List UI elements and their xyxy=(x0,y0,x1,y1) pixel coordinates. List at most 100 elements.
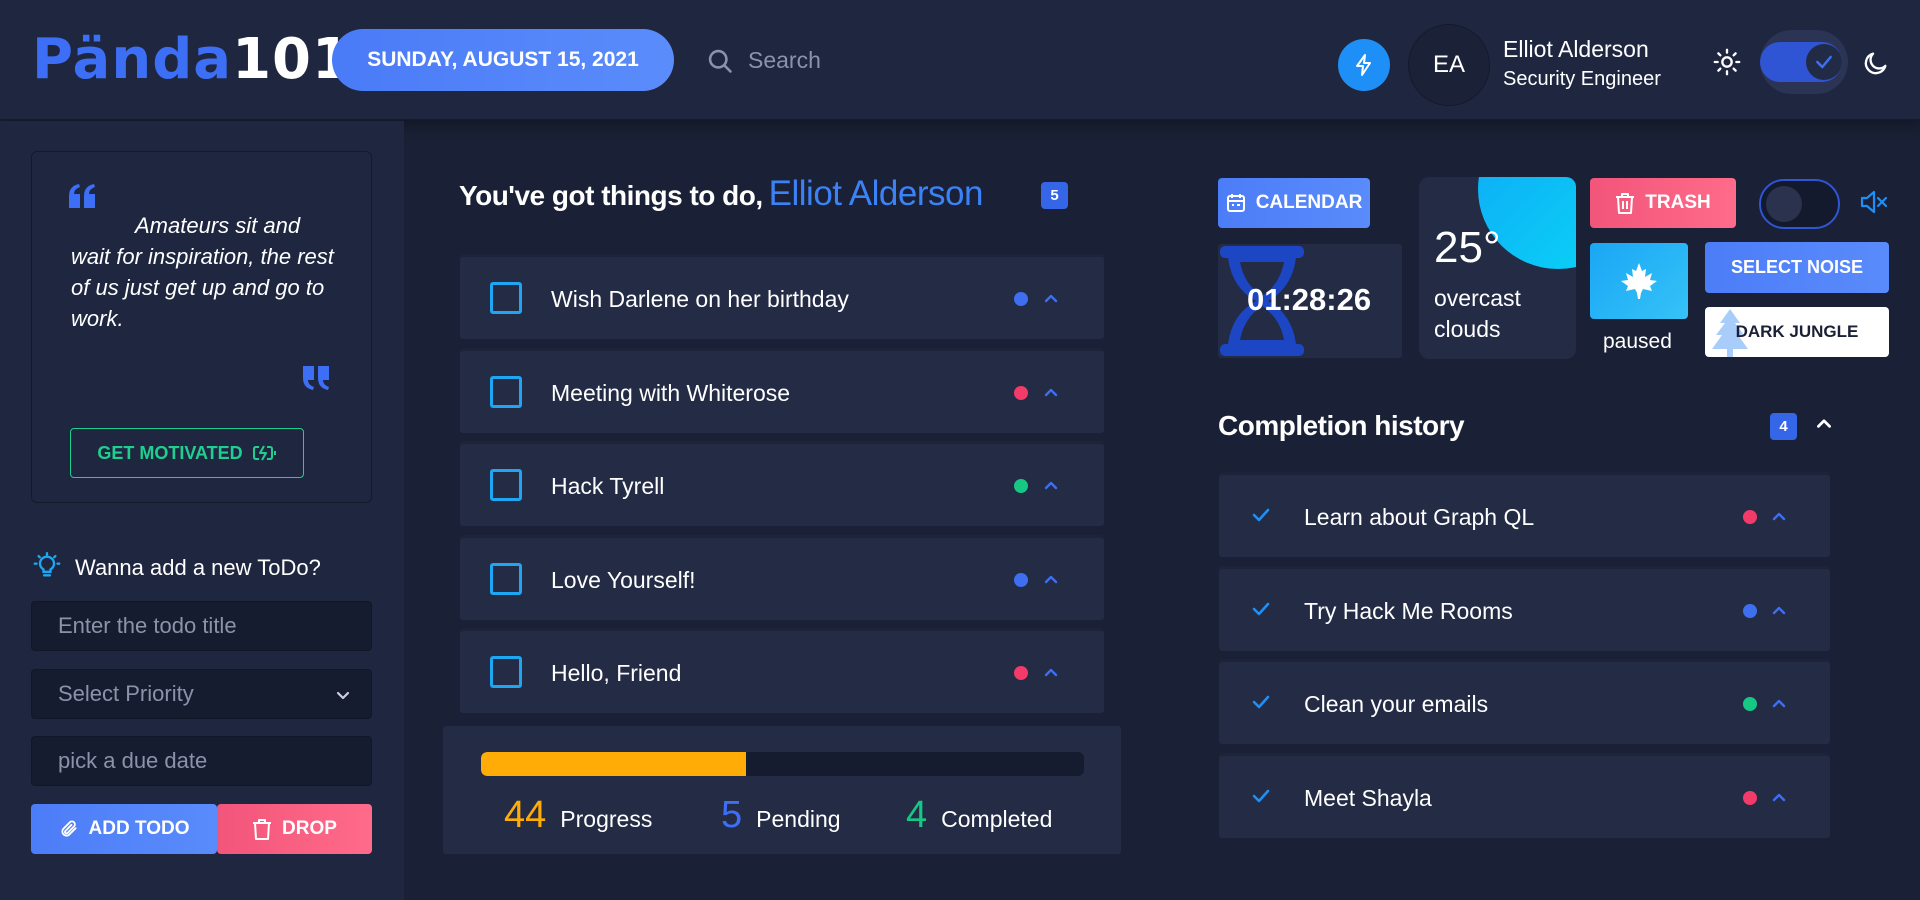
chevron-down-icon xyxy=(335,687,351,703)
priority-select-value: Select Priority xyxy=(58,681,194,706)
todo-item[interactable]: Meeting with Whiterose xyxy=(460,351,1104,433)
chevron-up-icon[interactable] xyxy=(1043,664,1059,680)
maple-leaf-icon xyxy=(1619,261,1659,301)
priority-select[interactable]: Select Priority xyxy=(31,669,372,719)
todo-checkbox[interactable] xyxy=(490,469,522,501)
completed-value: 4 xyxy=(906,794,928,836)
history-label: Clean your emails xyxy=(1304,691,1489,717)
chevron-up-icon[interactable] xyxy=(1771,789,1787,805)
chevron-up-icon[interactable] xyxy=(1815,414,1833,432)
todo-title-input[interactable] xyxy=(31,601,372,651)
priority-dot xyxy=(1743,510,1757,524)
theme-toggle[interactable] xyxy=(1760,30,1848,94)
priority-dot xyxy=(1743,697,1757,711)
checkmark-icon xyxy=(1814,52,1834,72)
priority-dot xyxy=(1014,386,1028,400)
paperclip-icon xyxy=(59,819,79,839)
pending-value: 5 xyxy=(721,794,743,836)
calendar-button[interactable]: CALENDAR xyxy=(1218,178,1370,228)
top-header: Pända101 SUNDAY, AUGUST 15, 2021 EA Elli… xyxy=(0,0,1920,120)
chevron-up-icon[interactable] xyxy=(1771,602,1787,618)
progress-bar xyxy=(481,752,1084,776)
player-status: paused xyxy=(1603,330,1672,353)
checkmark-icon xyxy=(1252,601,1270,617)
checkmark-icon xyxy=(1252,788,1270,804)
priority-dot xyxy=(1014,292,1028,306)
completion-history-title: Completion history xyxy=(1218,410,1465,441)
history-item[interactable]: Learn about Graph QL xyxy=(1219,475,1830,557)
app-logo[interactable]: Pända101 xyxy=(32,28,352,92)
todo-label: Wish Darlene on her birthday xyxy=(551,286,849,312)
search-icon[interactable] xyxy=(706,47,734,75)
temperature: 25° xyxy=(1434,223,1501,272)
trash-icon xyxy=(1615,192,1635,214)
priority-dot xyxy=(1743,604,1757,618)
logo-text-part1: Pända xyxy=(32,27,233,92)
calendar-icon xyxy=(1226,193,1246,213)
priority-dot xyxy=(1014,479,1028,493)
checkmark-icon xyxy=(1252,507,1270,523)
progress-label: Progress xyxy=(560,806,653,832)
history-item[interactable]: Meet Shayla xyxy=(1219,756,1830,838)
weather-condition: overcast clouds xyxy=(1434,285,1521,342)
get-motivated-label: GET MOTIVATED xyxy=(97,442,243,463)
trash-icon xyxy=(252,818,272,840)
todo-heading-lead: You've got things to do, xyxy=(459,180,763,211)
todo-checkbox[interactable] xyxy=(490,656,522,688)
chevron-up-icon[interactable] xyxy=(1043,290,1059,306)
sound-toggle[interactable] xyxy=(1759,179,1840,229)
chevron-up-icon[interactable] xyxy=(1043,384,1059,400)
history-item[interactable]: Try Hack Me Rooms xyxy=(1219,569,1830,651)
trash-button[interactable]: TRASH xyxy=(1590,178,1736,228)
history-label: Learn about Graph QL xyxy=(1304,504,1535,530)
todo-checkbox[interactable] xyxy=(490,563,522,595)
timer-display: 01:28:26 xyxy=(1247,282,1372,317)
chevron-up-icon[interactable] xyxy=(1771,695,1787,711)
todo-heading-username: Elliot Alderson xyxy=(768,174,984,213)
select-noise-button[interactable]: SELECT NOISE xyxy=(1705,242,1889,293)
chevron-up-icon[interactable] xyxy=(1043,571,1059,587)
quote-open-icon xyxy=(69,184,97,208)
weather-card: 25° overcast clouds xyxy=(1419,177,1576,359)
chevron-up-icon[interactable] xyxy=(1771,508,1787,524)
pomodoro-timer[interactable]: 01:28:26 xyxy=(1218,244,1402,358)
progress-value: 44 xyxy=(504,794,547,836)
progress-card: 44 Progress 5 Pending 4 Completed xyxy=(443,726,1121,854)
add-todo-label: ADD TODO xyxy=(88,818,190,839)
todo-checkbox[interactable] xyxy=(490,376,522,408)
todo-label: Hack Tyrell xyxy=(551,473,665,499)
todo-item[interactable]: Wish Darlene on her birthday xyxy=(460,257,1104,339)
quote-close-icon xyxy=(303,366,331,390)
quote-card: Amateurs sit and wait for inspiration, t… xyxy=(31,151,372,503)
todo-heading: You've got things to do, Elliot Alderson xyxy=(459,174,983,214)
todo-item[interactable]: Hack Tyrell xyxy=(460,444,1104,526)
progress-bar-fill xyxy=(481,752,747,776)
history-item[interactable]: Clean your emails xyxy=(1219,662,1830,744)
speaker-mute-icon[interactable] xyxy=(1859,187,1889,217)
ambient-theme-tile[interactable] xyxy=(1590,243,1688,319)
todo-item[interactable]: Hello, Friend xyxy=(460,631,1104,713)
pending-label: Pending xyxy=(756,806,841,832)
search-input[interactable] xyxy=(748,40,1168,80)
get-motivated-button[interactable]: GET MOTIVATED xyxy=(70,428,304,478)
chevron-up-icon[interactable] xyxy=(1043,477,1059,493)
priority-dot xyxy=(1743,791,1757,805)
completed-stat: 4 Completed xyxy=(906,794,1052,837)
sound-toggle-knob xyxy=(1766,186,1802,222)
todo-checkbox[interactable] xyxy=(490,282,522,314)
quick-action-button[interactable] xyxy=(1338,39,1390,91)
history-label: Meet Shayla xyxy=(1304,785,1432,811)
lightning-bolt-icon xyxy=(1352,53,1376,77)
todo-item[interactable]: Love Yourself! xyxy=(460,538,1104,620)
sidebar: Amateurs sit and wait for inspiration, t… xyxy=(0,121,404,900)
history-count-badge: 4 xyxy=(1770,413,1797,440)
progress-stat: 44 Progress xyxy=(504,794,652,837)
user-avatar[interactable]: EA xyxy=(1408,24,1490,106)
drop-button[interactable]: DROP xyxy=(217,804,372,854)
add-todo-button[interactable]: ADD TODO xyxy=(31,804,217,854)
theme-toggle-knob xyxy=(1806,44,1842,80)
due-date-input[interactable] xyxy=(31,736,372,786)
battery-charging-icon xyxy=(252,444,277,462)
moon-icon xyxy=(1862,49,1890,77)
user-name: Elliot Alderson xyxy=(1503,36,1649,62)
